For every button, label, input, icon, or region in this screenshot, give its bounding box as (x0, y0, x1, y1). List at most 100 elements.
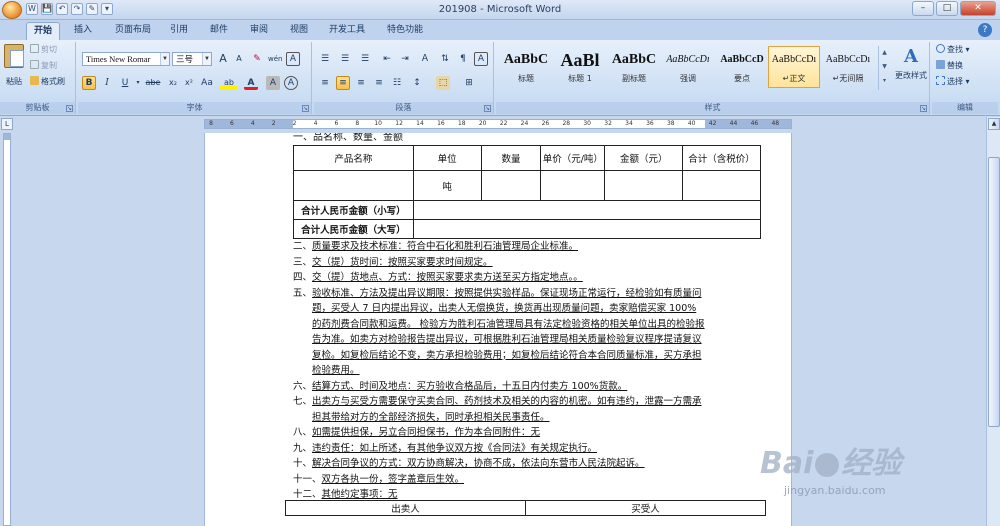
distributed-button[interactable]: ☷ (390, 76, 404, 90)
tab-references[interactable]: 引用 (162, 22, 196, 40)
style-emphasis[interactable]: AaBbCcDı 强调 (662, 46, 714, 88)
tab-special-features[interactable]: 特色功能 (380, 22, 430, 40)
restore-button[interactable]: □ (936, 1, 958, 16)
subscript-button[interactable]: x₂ (166, 76, 180, 90)
font-name-combo[interactable]: Times New Romar ▼ (82, 52, 170, 66)
select-button[interactable]: 选择 ▾ (936, 76, 970, 88)
change-styles-label: 更改样式 (895, 71, 927, 80)
style-name: 标题 1 (568, 74, 592, 83)
change-case-button[interactable]: Aa (198, 76, 216, 90)
vertical-scrollbar[interactable]: ▲ (986, 117, 1000, 526)
change-styles-button[interactable]: A 更改样式 (894, 46, 928, 81)
decrease-indent-button[interactable]: ⇤ (380, 52, 394, 66)
scrollbar-thumb[interactable] (988, 157, 1000, 427)
format-painter-button[interactable]: 格式刷 (30, 76, 65, 88)
clipboard-group: 粘贴 剪切 复制 格式刷 剪贴板 ↘ (0, 42, 76, 114)
horizontal-ruler[interactable]: 8 6 4 2 2 4 6 8 10 12 14 16 18 20 22 24 26 28 30 32 34 36 38 40… (204, 119, 792, 129)
brush-icon (30, 76, 39, 85)
char-shading-button[interactable]: A (266, 76, 280, 90)
close-button[interactable]: ✕ (960, 1, 996, 16)
table-row: 出卖人 买受人 (285, 500, 766, 516)
strikethrough-button[interactable]: abe (144, 76, 162, 90)
vertical-ruler[interactable] (3, 133, 11, 526)
table-cell[interactable] (293, 170, 414, 201)
font-launcher-icon[interactable]: ↘ (302, 105, 309, 112)
table-cell[interactable] (604, 170, 684, 201)
bold-button[interactable]: B (82, 76, 96, 90)
clear-format-button[interactable]: ✎ (250, 52, 264, 66)
enclose-chars-button[interactable]: A (284, 76, 298, 90)
find-button[interactable]: 查找 ▾ (936, 44, 970, 56)
table-cell[interactable] (412, 219, 762, 239)
sort-button[interactable]: ⇅ (438, 52, 452, 66)
font-size-combo[interactable]: 三号 ▼ (172, 52, 212, 66)
font-color-button[interactable]: A (244, 76, 258, 90)
style-no-spacing[interactable]: AaBbCcDı ↵无间隔 (822, 46, 874, 88)
cut-button[interactable]: 剪切 (30, 44, 57, 56)
ruler-tick-label: 8 (209, 120, 213, 127)
tab-insert[interactable]: 插入 (66, 22, 100, 40)
ruler-tick-label: 2 (271, 120, 276, 127)
tab-selector-button[interactable]: L (1, 118, 13, 130)
clause-item: 四、 交（提）货地点、方式：按照买家要求卖方送至买方指定地点。。 (293, 270, 705, 286)
underline-button[interactable]: U (118, 76, 132, 90)
tab-mailings[interactable]: 邮件 (202, 22, 236, 40)
italic-button[interactable]: I (100, 76, 114, 90)
paragraph-launcher-icon[interactable]: ↘ (484, 105, 491, 112)
chevron-down-icon[interactable]: ▾ (134, 76, 142, 90)
table-cell[interactable] (412, 200, 762, 220)
grow-font-button[interactable]: A (216, 52, 230, 66)
table-cell[interactable]: 吨 (412, 170, 482, 201)
style-gallery-scroll[interactable]: ▲ ▼ ▾ (878, 46, 890, 90)
paste-icon (4, 44, 24, 68)
table-cell[interactable] (480, 170, 542, 201)
tab-review[interactable]: 审阅 (242, 22, 276, 40)
style-heading-1[interactable]: AaBl 标题 1 (554, 46, 606, 88)
borders-button[interactable]: ⊞ (462, 76, 476, 90)
justify-button[interactable]: ≡ (372, 76, 386, 90)
shrink-font-button[interactable]: A (232, 52, 246, 66)
char-scaling-button[interactable]: A (474, 52, 488, 66)
chevron-down-icon[interactable]: ▼ (202, 53, 211, 65)
minimize-button[interactable]: – (912, 1, 934, 16)
table-header-cell: 合计（含税价） (682, 145, 761, 171)
style-normal[interactable]: AaBbCcDı ↵正文 (768, 46, 820, 88)
char-border-button[interactable]: A (286, 52, 300, 66)
style-title[interactable]: AaBbC 标题 (500, 46, 552, 88)
tab-home[interactable]: 开始 (26, 22, 60, 40)
show-marks-button[interactable]: ¶ (456, 52, 470, 66)
align-left-button[interactable]: ≡ (318, 76, 332, 90)
superscript-button[interactable]: x² (182, 76, 196, 90)
style-strong[interactable]: AaBbCcD 要点 (716, 46, 768, 88)
tab-page-layout[interactable]: 页面布局 (108, 22, 158, 40)
styles-launcher-icon[interactable]: ↘ (920, 105, 927, 112)
table-cell[interactable] (682, 170, 761, 201)
align-right-button[interactable]: ≡ (354, 76, 368, 90)
help-icon[interactable]: ? (978, 23, 992, 37)
line-spacing-button[interactable]: ↕ (410, 76, 424, 90)
total-small-label: 合计人民币金额（小写） (293, 200, 414, 220)
shading-button[interactable]: ⬚ (436, 76, 450, 90)
document-page[interactable]: 一、品名称、数量、金额 产品名称 单位 数量 单价（元/吨） 金额（元） 合计（… (204, 133, 792, 526)
align-center-button[interactable]: ≡ (336, 76, 350, 90)
clipboard-launcher-icon[interactable]: ↘ (66, 105, 73, 112)
copy-button[interactable]: 复制 (30, 60, 57, 72)
paste-button[interactable]: 粘贴 (2, 44, 26, 90)
tab-developer[interactable]: 开发工具 (322, 22, 372, 40)
increase-indent-button[interactable]: ⇥ (398, 52, 412, 66)
highlight-button[interactable]: ab (220, 76, 238, 90)
copy-label: 复制 (41, 61, 57, 70)
bullets-button[interactable]: ☰ (318, 52, 332, 66)
scroll-up-icon[interactable]: ▲ (988, 118, 1000, 130)
multilevel-list-button[interactable]: ☰ (358, 52, 372, 66)
replace-button[interactable]: 替换 (936, 60, 963, 72)
phonetic-guide-button[interactable]: wén (268, 52, 282, 66)
style-subtitle[interactable]: AaBbC 副标题 (608, 46, 660, 88)
tab-view[interactable]: 视图 (282, 22, 316, 40)
style-name: ↵无间隔 (832, 74, 864, 83)
chevron-down-icon[interactable]: ▼ (160, 53, 169, 65)
numbering-button[interactable]: ☰ (338, 52, 352, 66)
chinese-layout-button[interactable]: Ａ (418, 52, 432, 66)
clause-text: 交（提）货时间：按照买家要求时间规定。 (312, 256, 493, 268)
table-cell[interactable] (540, 170, 606, 201)
